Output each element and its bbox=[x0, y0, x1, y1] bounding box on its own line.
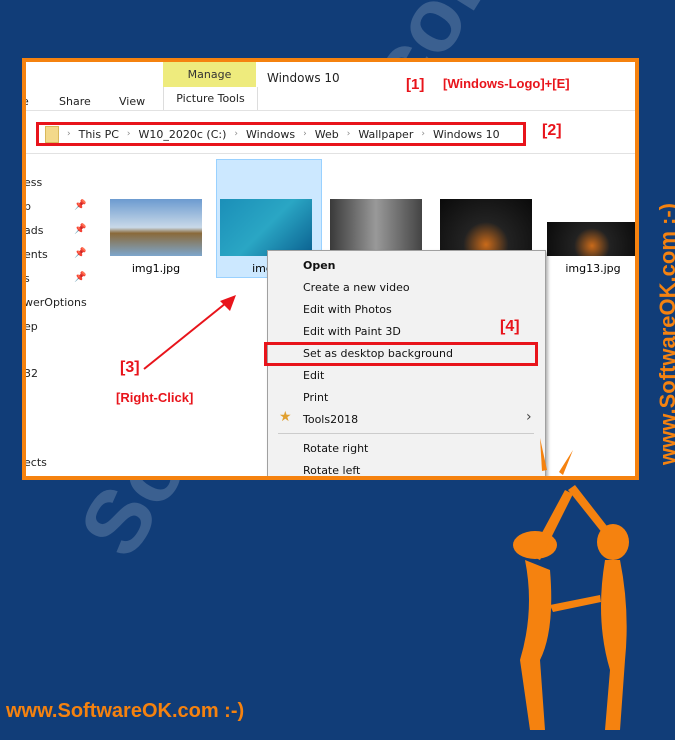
pin-icon[interactable]: 📌 bbox=[74, 200, 86, 211]
tab-file[interactable]: e bbox=[26, 95, 29, 108]
chevron-right-icon: › bbox=[346, 129, 351, 139]
annotation-3-text: [Right-Click] bbox=[116, 390, 194, 405]
breadcrumb-item[interactable]: This PC bbox=[79, 128, 119, 141]
annotation-1-text: [Windows-Logo]+[E] bbox=[443, 76, 570, 91]
explorer-window: e Share View Manage Picture Tools Window… bbox=[22, 58, 639, 480]
sidebar-item[interactable]: ads bbox=[26, 224, 43, 237]
menu-item-edit-photos[interactable]: Edit with Photos bbox=[303, 303, 392, 316]
folder-icon bbox=[45, 125, 59, 143]
tab-share[interactable]: Share bbox=[59, 95, 91, 108]
file-name[interactable]: img1.jpg bbox=[110, 262, 202, 275]
menu-item-edit-paint3d[interactable]: Edit with Paint 3D bbox=[303, 325, 401, 338]
chevron-right-icon: › bbox=[303, 129, 307, 139]
chevron-right-icon: › bbox=[421, 129, 425, 139]
breadcrumb-item[interactable]: W10_2020c (C:) bbox=[139, 128, 227, 141]
sidebar-item[interactable]: ents bbox=[26, 248, 48, 261]
chevron-right-icon: › bbox=[126, 129, 131, 139]
pin-icon[interactable]: 📌 bbox=[74, 224, 86, 235]
breadcrumb-item[interactable]: Windows 10 bbox=[433, 128, 500, 141]
breadcrumb-item[interactable]: Windows bbox=[246, 128, 295, 141]
breadcrumb-item[interactable]: Wallpaper bbox=[358, 128, 413, 141]
thumbnail-img2[interactable] bbox=[220, 199, 312, 256]
vertical-watermark: www.SoftwareOK.com :-) bbox=[655, 203, 675, 465]
divider bbox=[26, 153, 635, 154]
annotation-2: [2] bbox=[542, 122, 562, 139]
menu-item-edit[interactable]: Edit bbox=[303, 369, 324, 382]
highlight-box bbox=[264, 342, 538, 366]
menu-item-create-video[interactable]: Create a new video bbox=[303, 281, 410, 294]
thumbnail-img1[interactable] bbox=[110, 199, 202, 256]
divider bbox=[26, 110, 635, 111]
menu-item-rotate-left[interactable]: Rotate left bbox=[303, 464, 360, 476]
sidebar-item[interactable]: s bbox=[26, 272, 30, 285]
file-name[interactable]: img13.jpg bbox=[547, 262, 635, 275]
sidebar-item[interactable]: p bbox=[26, 200, 31, 213]
star-icon: ★ bbox=[279, 409, 292, 425]
annotation-4: [4] bbox=[500, 318, 520, 335]
tab-manage[interactable]: Manage bbox=[163, 62, 256, 87]
tab-picture-tools[interactable]: Picture Tools bbox=[163, 87, 258, 110]
annotation-3: [3] bbox=[120, 359, 140, 376]
sidebar-item[interactable]: ess bbox=[26, 176, 42, 189]
thumbnail-img3[interactable] bbox=[330, 199, 422, 256]
thumbnail-img4[interactable] bbox=[440, 199, 532, 256]
window-title: Windows 10 bbox=[267, 71, 340, 85]
menu-item-open[interactable]: Open bbox=[303, 259, 336, 272]
site-watermark: www.SoftwareOK.com :-) bbox=[6, 700, 245, 722]
pin-icon[interactable]: 📌 bbox=[74, 272, 86, 283]
annotation-1: [1] bbox=[406, 76, 425, 93]
address-bar[interactable]: › This PC › W10_2020c (C:) › Windows › Web ›… bbox=[36, 122, 526, 146]
thumbnail-img13[interactable] bbox=[547, 222, 635, 256]
sidebar-item[interactable]: 32 bbox=[26, 367, 38, 380]
chevron-right-icon: › bbox=[67, 129, 71, 139]
breadcrumb-item[interactable]: Web bbox=[315, 128, 339, 141]
menu-item-rotate-right[interactable]: Rotate right bbox=[303, 442, 368, 455]
chevron-right-icon: › bbox=[234, 129, 239, 139]
tab-view[interactable]: View bbox=[119, 95, 145, 108]
arrow-annotation bbox=[143, 295, 236, 370]
mascot-figures bbox=[513, 438, 629, 730]
sidebar-item[interactable]: ep bbox=[26, 320, 38, 333]
menu-item-tools2018[interactable]: Tools2018 bbox=[303, 413, 358, 426]
chevron-right-icon: › bbox=[526, 409, 532, 425]
pin-icon[interactable]: 📌 bbox=[74, 248, 86, 259]
menu-item-print[interactable]: Print bbox=[303, 391, 328, 404]
sidebar-item[interactable]: werOptions bbox=[26, 296, 87, 309]
sidebar-item[interactable]: ects bbox=[26, 456, 47, 469]
